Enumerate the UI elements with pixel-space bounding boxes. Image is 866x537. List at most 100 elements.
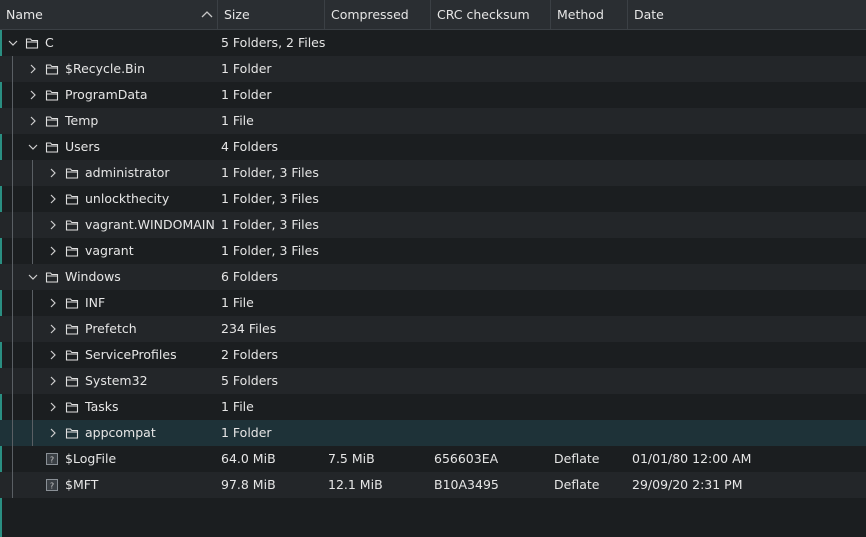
row-size: 97.8 MiB — [221, 477, 276, 492]
chevron-right-icon[interactable] — [28, 90, 38, 100]
column-header-compressed[interactable]: Compressed — [325, 0, 431, 30]
tree-guide-line — [12, 56, 13, 82]
tree-guide-line — [12, 238, 13, 264]
folder-row[interactable]: Tasks 1 File — [0, 394, 866, 420]
row-size: 1 File — [221, 113, 254, 128]
row-crc: B10A3495 — [434, 477, 499, 492]
row-name: System32 — [85, 373, 148, 388]
folder-icon — [45, 90, 59, 101]
folder-row[interactable]: appcompat 1 Folder — [0, 420, 866, 446]
column-header-crc[interactable]: CRC checksum — [431, 0, 551, 30]
row-size: 5 Folders, 2 Files — [221, 35, 326, 50]
column-header-method-label: Method — [557, 7, 604, 22]
chevron-right-icon[interactable] — [48, 246, 58, 256]
folder-row[interactable]: unlockthecity 1 Folder, 3 Files — [0, 186, 866, 212]
folder-icon — [65, 428, 79, 439]
row-compressed: 12.1 MiB — [328, 477, 383, 492]
row-size: 1 Folder, 3 Files — [221, 191, 319, 206]
folder-icon — [65, 194, 79, 205]
row-name: vagrant.WINDOMAIN — [85, 217, 215, 232]
chevron-right-icon[interactable] — [28, 64, 38, 74]
row-name: Tasks — [85, 399, 119, 414]
column-header-date-label: Date — [634, 7, 664, 22]
chevron-right-icon[interactable] — [48, 324, 58, 334]
row-name: C — [45, 35, 54, 50]
tree-guide-line — [12, 264, 13, 290]
row-name: Prefetch — [85, 321, 137, 336]
folder-row[interactable]: vagrant 1 Folder, 3 Files — [0, 238, 866, 264]
tree-guide-line — [32, 160, 33, 186]
chevron-right-icon[interactable] — [48, 220, 58, 230]
chevron-right-icon[interactable] — [48, 402, 58, 412]
row-name: $MFT — [65, 477, 99, 492]
folder-row[interactable]: Users 4 Folders — [0, 134, 866, 160]
row-size: 1 Folder, 3 Files — [221, 217, 319, 232]
tree-guide-line — [12, 368, 13, 394]
tree-guide-line — [12, 316, 13, 342]
chevron-right-icon[interactable] — [48, 168, 58, 178]
row-name: ProgramData — [65, 87, 148, 102]
folder-row[interactable]: System32 5 Folders — [0, 368, 866, 394]
tree-guide-line — [32, 238, 33, 264]
row-compressed: 7.5 MiB — [328, 451, 375, 466]
chevron-down-icon[interactable] — [8, 38, 18, 48]
column-header-size[interactable]: Size — [218, 0, 325, 30]
row-size: 64.0 MiB — [221, 451, 276, 466]
row-size: 6 Folders — [221, 269, 279, 284]
folder-icon — [65, 324, 79, 335]
chevron-right-icon[interactable] — [48, 428, 58, 438]
chevron-right-icon[interactable] — [28, 116, 38, 126]
folder-row[interactable]: Windows 6 Folders — [0, 264, 866, 290]
row-size: 234 Files — [221, 321, 277, 336]
file-row[interactable]: ? $LogFile 64.0 MiB 7.5 MiB 656603EA Deflate 0… — [0, 446, 866, 472]
folder-icon — [65, 350, 79, 361]
row-name: vagrant — [85, 243, 134, 258]
column-header-method[interactable]: Method — [551, 0, 628, 30]
folder-icon — [45, 272, 59, 283]
folder-icon — [65, 298, 79, 309]
chevron-right-icon[interactable] — [48, 194, 58, 204]
tree-guide-line — [12, 420, 13, 446]
tree-guide-line — [32, 290, 33, 316]
folder-row[interactable]: vagrant.WINDOMAIN 1 Folder, 3 Files — [0, 212, 866, 238]
row-size: 4 Folders — [221, 139, 279, 154]
row-method: Deflate — [554, 451, 600, 466]
svg-text:?: ? — [50, 456, 54, 465]
row-size: 1 Folder — [221, 87, 272, 102]
tree-guide-line — [32, 420, 33, 446]
chevron-right-icon[interactable] — [48, 376, 58, 386]
row-size: 5 Folders — [221, 373, 279, 388]
row-size: 1 Folder, 3 Files — [221, 165, 319, 180]
tree-guide-line — [32, 394, 33, 420]
row-name: ServiceProfiles — [85, 347, 177, 362]
folder-row[interactable]: Temp 1 File — [0, 108, 866, 134]
row-name: appcompat — [85, 425, 156, 440]
folder-icon — [45, 142, 59, 153]
file-row[interactable]: ? $MFT 97.8 MiB 12.1 MiB B10A3495 Deflate 29/0… — [0, 472, 866, 498]
folder-row[interactable]: INF 1 File — [0, 290, 866, 316]
unknown-file-icon: ? — [46, 453, 58, 465]
row-size: 1 File — [221, 399, 254, 414]
column-header-name[interactable]: Name — [0, 0, 218, 30]
tree-guide-line — [12, 160, 13, 186]
row-name: Windows — [65, 269, 121, 284]
folder-row[interactable]: $Recycle.Bin 1 Folder — [0, 56, 866, 82]
folder-icon — [25, 38, 39, 49]
folder-row[interactable]: ServiceProfiles 2 Folders — [0, 342, 866, 368]
chevron-down-icon[interactable] — [28, 272, 38, 282]
chevron-down-icon[interactable] — [28, 142, 38, 152]
folder-row[interactable]: C 5 Folders, 2 Files — [0, 30, 866, 56]
column-header-date[interactable]: Date — [628, 0, 866, 30]
folder-icon — [45, 64, 59, 75]
chevron-right-icon[interactable] — [48, 350, 58, 360]
folder-row[interactable]: ProgramData 1 Folder — [0, 82, 866, 108]
folder-row[interactable]: Prefetch 234 Files — [0, 316, 866, 342]
unknown-file-icon: ? — [46, 479, 58, 491]
tree-guide-line — [12, 108, 13, 134]
chevron-right-icon[interactable] — [48, 298, 58, 308]
tree-guide-line — [32, 186, 33, 212]
row-name: $Recycle.Bin — [65, 61, 146, 76]
folder-row[interactable]: administrator 1 Folder, 3 Files — [0, 160, 866, 186]
tree-guide-line — [12, 134, 13, 160]
row-name: unlockthecity — [85, 191, 170, 206]
